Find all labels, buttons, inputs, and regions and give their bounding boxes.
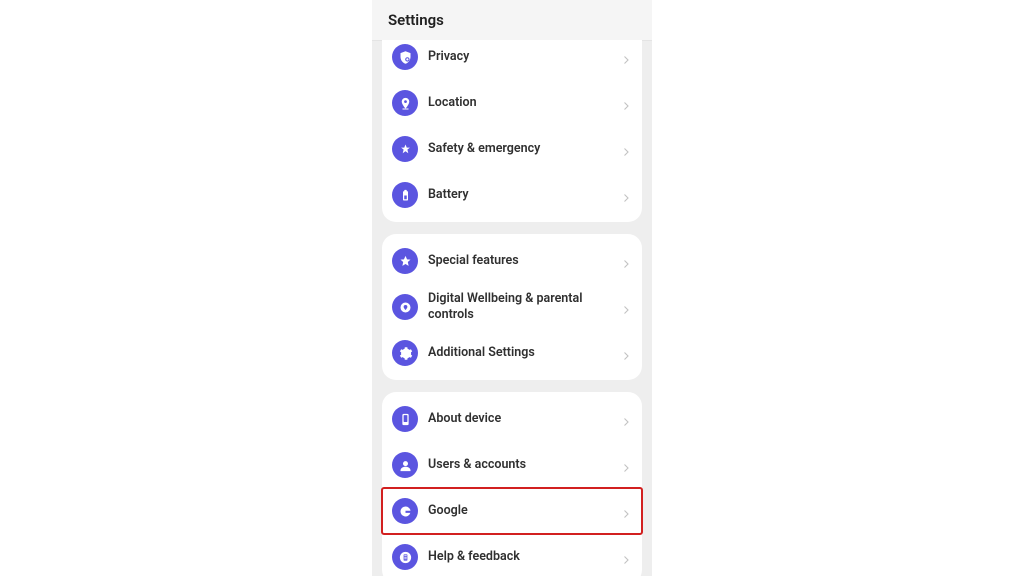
settings-group: About device Users & accounts Google — [382, 392, 642, 576]
chevron-right-icon — [620, 505, 632, 517]
chevron-right-icon — [620, 97, 632, 109]
battery-icon — [392, 182, 418, 208]
settings-row-special-features[interactable]: Special features — [382, 238, 642, 284]
settings-row-google[interactable]: Google — [382, 488, 642, 534]
row-label: Safety & emergency — [428, 141, 620, 157]
header-bar: Settings — [372, 0, 652, 41]
settings-row-privacy[interactable]: Privacy — [382, 40, 642, 80]
chevron-right-icon — [620, 143, 632, 155]
row-label: Digital Wellbeing & parental controls — [428, 291, 620, 324]
row-label: Additional Settings — [428, 345, 620, 361]
chevron-right-icon — [620, 459, 632, 471]
chevron-right-icon — [620, 413, 632, 425]
google-icon — [392, 498, 418, 524]
settings-screen: Settings Privacy Location — [372, 0, 652, 576]
row-label: Help & feedback — [428, 549, 620, 565]
settings-row-help[interactable]: Help & feedback — [382, 534, 642, 576]
row-label: Location — [428, 95, 620, 111]
chevron-right-icon — [620, 255, 632, 267]
row-label: Users & accounts — [428, 457, 620, 473]
row-label: Battery — [428, 187, 620, 203]
settings-row-about-device[interactable]: About device — [382, 396, 642, 442]
wellbeing-icon — [392, 294, 418, 320]
chevron-right-icon — [620, 347, 632, 359]
device-icon — [392, 406, 418, 432]
settings-row-users[interactable]: Users & accounts — [382, 442, 642, 488]
star-icon — [392, 248, 418, 274]
settings-row-additional[interactable]: Additional Settings — [382, 330, 642, 376]
chevron-right-icon — [620, 51, 632, 63]
settings-group: Privacy Location Safety & emergency — [382, 40, 642, 222]
row-label: About device — [428, 411, 620, 427]
chevron-right-icon — [620, 551, 632, 563]
settings-row-location[interactable]: Location — [382, 80, 642, 126]
row-label: Special features — [428, 253, 620, 269]
chevron-right-icon — [620, 189, 632, 201]
settings-scroll[interactable]: Privacy Location Safety & emergency — [372, 40, 652, 576]
page-title: Settings — [388, 11, 444, 29]
row-label: Privacy — [428, 49, 620, 65]
gear-icon — [392, 340, 418, 366]
location-icon — [392, 90, 418, 116]
settings-row-digital-wellbeing[interactable]: Digital Wellbeing & parental controls — [382, 284, 642, 330]
privacy-icon — [392, 44, 418, 70]
help-icon — [392, 544, 418, 570]
safety-icon — [392, 136, 418, 162]
chevron-right-icon — [620, 301, 632, 313]
row-label: Google — [428, 503, 620, 519]
settings-group: Special features Digital Wellbeing & par… — [382, 234, 642, 380]
settings-row-safety[interactable]: Safety & emergency — [382, 126, 642, 172]
settings-row-battery[interactable]: Battery — [382, 172, 642, 218]
user-icon — [392, 452, 418, 478]
